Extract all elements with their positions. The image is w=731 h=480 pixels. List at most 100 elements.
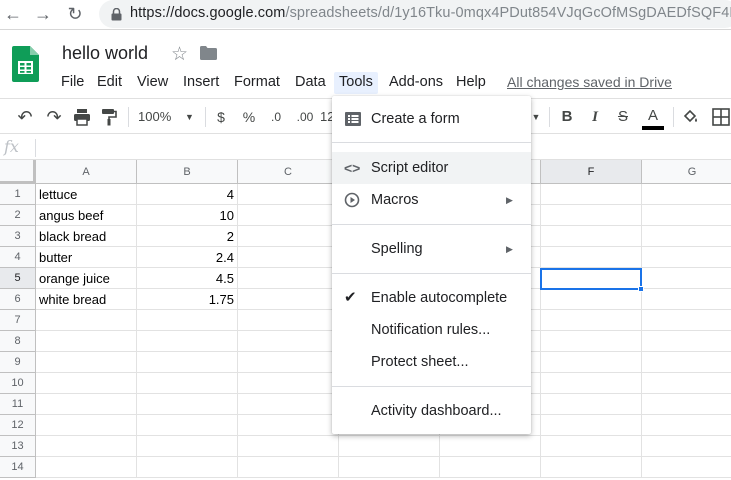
- grid-cell[interactable]: [36, 352, 137, 373]
- grid-cell[interactable]: [137, 394, 238, 415]
- grid-cell[interactable]: [642, 457, 731, 478]
- increase-decimal-button[interactable]: .00: [292, 107, 318, 127]
- document-title[interactable]: hello world: [62, 43, 148, 64]
- grid-cell[interactable]: [36, 373, 137, 394]
- grid-cell[interactable]: [238, 331, 339, 352]
- menu-item-spelling[interactable]: Spelling ▶: [332, 233, 531, 265]
- grid-cell[interactable]: [238, 415, 339, 436]
- arrow-left-icon[interactable]: ←: [2, 3, 24, 25]
- row-header[interactable]: 6: [0, 289, 36, 310]
- menu-tools[interactable]: Tools: [334, 72, 378, 94]
- column-header[interactable]: G: [642, 160, 731, 184]
- grid-cell[interactable]: [642, 310, 731, 331]
- row-header[interactable]: 1: [0, 184, 36, 205]
- grid-cell[interactable]: lettuce: [36, 184, 137, 205]
- currency-button[interactable]: $: [212, 107, 230, 127]
- grid-cell[interactable]: [642, 331, 731, 352]
- grid-cell[interactable]: orange juice: [36, 268, 137, 289]
- grid-cell[interactable]: [541, 352, 642, 373]
- grid-cell[interactable]: [238, 394, 339, 415]
- grid-cell[interactable]: 4.5: [137, 268, 238, 289]
- row-header[interactable]: 12: [0, 415, 36, 436]
- grid-cell[interactable]: butter: [36, 247, 137, 268]
- menu-file[interactable]: File: [56, 72, 89, 94]
- grid-cell[interactable]: [137, 331, 238, 352]
- grid-cell[interactable]: [36, 310, 137, 331]
- grid-cell[interactable]: [642, 226, 731, 247]
- select-all-corner[interactable]: [0, 160, 36, 184]
- menu-item-activity-dashboard[interactable]: Activity dashboard...: [332, 395, 531, 427]
- italic-button[interactable]: I: [586, 107, 604, 127]
- menu-item-create-form[interactable]: Create a form: [332, 103, 531, 135]
- row-header[interactable]: 13: [0, 436, 36, 457]
- column-header[interactable]: A: [36, 160, 137, 184]
- grid-cell[interactable]: [238, 457, 339, 478]
- grid-cell[interactable]: [238, 205, 339, 226]
- grid-cell[interactable]: [642, 352, 731, 373]
- grid-cell[interactable]: [440, 457, 541, 478]
- grid-cell[interactable]: [541, 373, 642, 394]
- menu-item-protect-sheet[interactable]: Protect sheet...: [332, 346, 531, 378]
- text-color-button[interactable]: A: [642, 107, 664, 130]
- grid-cell[interactable]: [541, 394, 642, 415]
- row-header[interactable]: 2: [0, 205, 36, 226]
- grid-cell[interactable]: [541, 310, 642, 331]
- grid-cell[interactable]: [137, 457, 238, 478]
- grid-cell[interactable]: 4: [137, 184, 238, 205]
- grid-cell[interactable]: [541, 205, 642, 226]
- save-status-link[interactable]: All changes saved in Drive: [507, 74, 672, 90]
- paint-format-icon[interactable]: [101, 108, 117, 126]
- grid-cell[interactable]: [541, 457, 642, 478]
- grid-cell[interactable]: [541, 184, 642, 205]
- grid-cell[interactable]: 2.4: [137, 247, 238, 268]
- row-header[interactable]: 14: [0, 457, 36, 478]
- menu-addons[interactable]: Add-ons: [384, 72, 448, 94]
- row-header[interactable]: 3: [0, 226, 36, 247]
- row-header[interactable]: 4: [0, 247, 36, 268]
- grid-cell[interactable]: white bread: [36, 289, 137, 310]
- undo-icon[interactable]: ↶: [14, 107, 36, 127]
- column-header[interactable]: B: [137, 160, 238, 184]
- grid-cell[interactable]: 10: [137, 205, 238, 226]
- grid-cell[interactable]: [642, 205, 731, 226]
- row-header[interactable]: 11: [0, 394, 36, 415]
- grid-cell[interactable]: [541, 247, 642, 268]
- row-header[interactable]: 10: [0, 373, 36, 394]
- grid-cell[interactable]: [541, 226, 642, 247]
- grid-cell[interactable]: [541, 289, 642, 310]
- grid-cell[interactable]: [642, 268, 731, 289]
- bold-button[interactable]: B: [558, 107, 576, 127]
- grid-cell[interactable]: [238, 373, 339, 394]
- grid-cell[interactable]: [238, 247, 339, 268]
- grid-cell[interactable]: [642, 289, 731, 310]
- grid-cell[interactable]: [642, 415, 731, 436]
- grid-cell[interactable]: [642, 184, 731, 205]
- grid-cell[interactable]: [36, 436, 137, 457]
- grid-cell[interactable]: [36, 331, 137, 352]
- row-header[interactable]: 5: [0, 268, 36, 289]
- borders-icon[interactable]: [712, 108, 730, 126]
- menu-insert[interactable]: Insert: [178, 72, 224, 94]
- grid-cell[interactable]: [642, 247, 731, 268]
- print-icon[interactable]: [73, 108, 91, 126]
- grid-cell[interactable]: angus beef: [36, 205, 137, 226]
- grid-cell[interactable]: [36, 415, 137, 436]
- row-header[interactable]: 7: [0, 310, 36, 331]
- caret-down-icon[interactable]: ▼: [530, 107, 542, 127]
- fill-handle[interactable]: [638, 286, 644, 292]
- grid-cell[interactable]: [339, 457, 440, 478]
- grid-cell[interactable]: [137, 310, 238, 331]
- grid-cell[interactable]: [238, 184, 339, 205]
- reload-icon[interactable]: ↻: [64, 3, 86, 25]
- grid-cell[interactable]: [642, 373, 731, 394]
- row-header[interactable]: 8: [0, 331, 36, 352]
- grid-cell[interactable]: black bread: [36, 226, 137, 247]
- zoom-select[interactable]: 100% ▼: [138, 107, 198, 127]
- grid-cell[interactable]: [36, 457, 137, 478]
- grid-cell[interactable]: [541, 415, 642, 436]
- grid-cell[interactable]: [238, 352, 339, 373]
- fill-color-icon[interactable]: [682, 108, 700, 126]
- grid-cell[interactable]: [137, 436, 238, 457]
- menu-item-script-editor[interactable]: <> Script editor: [332, 152, 531, 184]
- menu-view[interactable]: View: [132, 72, 173, 94]
